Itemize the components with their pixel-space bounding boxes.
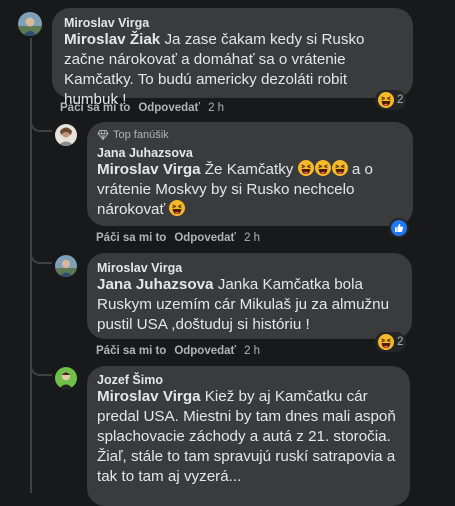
- haha-emoji-icon: [169, 200, 186, 216]
- thread-connector: [30, 362, 52, 376]
- diamond-icon: [97, 130, 109, 141]
- badge-label: Top fanúšik: [113, 129, 169, 141]
- comment-text: Miroslav Virga Že Kamčatky a o vrátenie …: [97, 160, 403, 220]
- mention-link[interactable]: Miroslav Žiak: [64, 31, 160, 48]
- comment-bubble: Miroslav Virga Jana Juhazsova Janka Kamč…: [87, 253, 412, 339]
- haha-reaction-icon: [378, 334, 394, 350]
- comment-text: Miroslav Virga Kiež by aj Kamčatku cár p…: [97, 387, 400, 487]
- comment-author[interactable]: Jozef Šimo: [97, 373, 400, 387]
- comment-author[interactable]: Miroslav Virga: [64, 16, 401, 30]
- comment-actions: Páči sa mi to Odpovedať 2 h: [96, 232, 260, 244]
- avatar-image: [18, 12, 42, 36]
- avatar[interactable]: [55, 367, 77, 389]
- avatar-image: [55, 367, 77, 389]
- avatar[interactable]: [18, 12, 42, 36]
- reaction-summary[interactable]: 2: [375, 332, 407, 352]
- comment-text: Jana Juhazsova Janka Kamčatka bola Rusky…: [97, 275, 402, 335]
- thread-connector: [30, 250, 52, 264]
- thread-connector: [30, 118, 52, 132]
- comment-actions: Páči sa mi to Odpovedať 2 h: [60, 102, 224, 114]
- mention-link[interactable]: Jana Juhazsova: [97, 276, 214, 293]
- reply-button[interactable]: Odpovedať: [174, 232, 236, 244]
- comment-body: Že Kamčatky: [200, 161, 298, 178]
- haha-reaction-icon: [378, 92, 394, 108]
- comment-bubble: Jozef Šimo Miroslav Virga Kiež by aj Kam…: [87, 366, 410, 506]
- reaction-count: 2: [397, 94, 404, 106]
- mention-link[interactable]: Miroslav Virga: [97, 388, 201, 405]
- avatar[interactable]: [55, 124, 77, 146]
- comment-author[interactable]: Miroslav Virga: [97, 261, 402, 275]
- haha-emoji-icon: [314, 160, 331, 176]
- reaction-count: 2: [397, 336, 404, 348]
- comment-time[interactable]: 2 h: [244, 345, 260, 357]
- haha-emoji-icon: [297, 160, 314, 176]
- comment-author[interactable]: Jana Juhazsova: [97, 146, 403, 160]
- comment-bubble: Top fanúšik Jana Juhazsova Miroslav Virg…: [87, 122, 413, 226]
- comment-bubble: Miroslav Virga Miroslav Žiak Ja zase čak…: [52, 8, 413, 108]
- mention-link[interactable]: Miroslav Virga: [97, 161, 201, 178]
- thread-line: [30, 120, 32, 493]
- like-reaction-icon: [391, 220, 407, 236]
- thread-line: [30, 38, 32, 120]
- comment-time[interactable]: 2 h: [208, 102, 224, 114]
- avatar[interactable]: [55, 255, 77, 277]
- reaction-summary[interactable]: 2: [375, 90, 407, 110]
- reply-button[interactable]: Odpovedať: [138, 102, 200, 114]
- reply-button[interactable]: Odpovedať: [174, 345, 236, 357]
- like-button[interactable]: Páči sa mi to: [96, 345, 166, 357]
- avatar-image: [55, 255, 77, 277]
- like-button[interactable]: Páči sa mi to: [60, 102, 130, 114]
- reaction-summary[interactable]: [389, 218, 409, 238]
- top-fan-badge: Top fanúšik: [97, 129, 403, 141]
- comment-text: Miroslav Žiak Ja zase čakam kedy si Rusk…: [64, 30, 401, 110]
- comment-time[interactable]: 2 h: [244, 232, 260, 244]
- like-button[interactable]: Páči sa mi to: [96, 232, 166, 244]
- avatar-image: [55, 124, 77, 146]
- haha-emoji-icon: [331, 160, 348, 176]
- comment-actions: Páči sa mi to Odpovedať 2 h: [96, 345, 260, 357]
